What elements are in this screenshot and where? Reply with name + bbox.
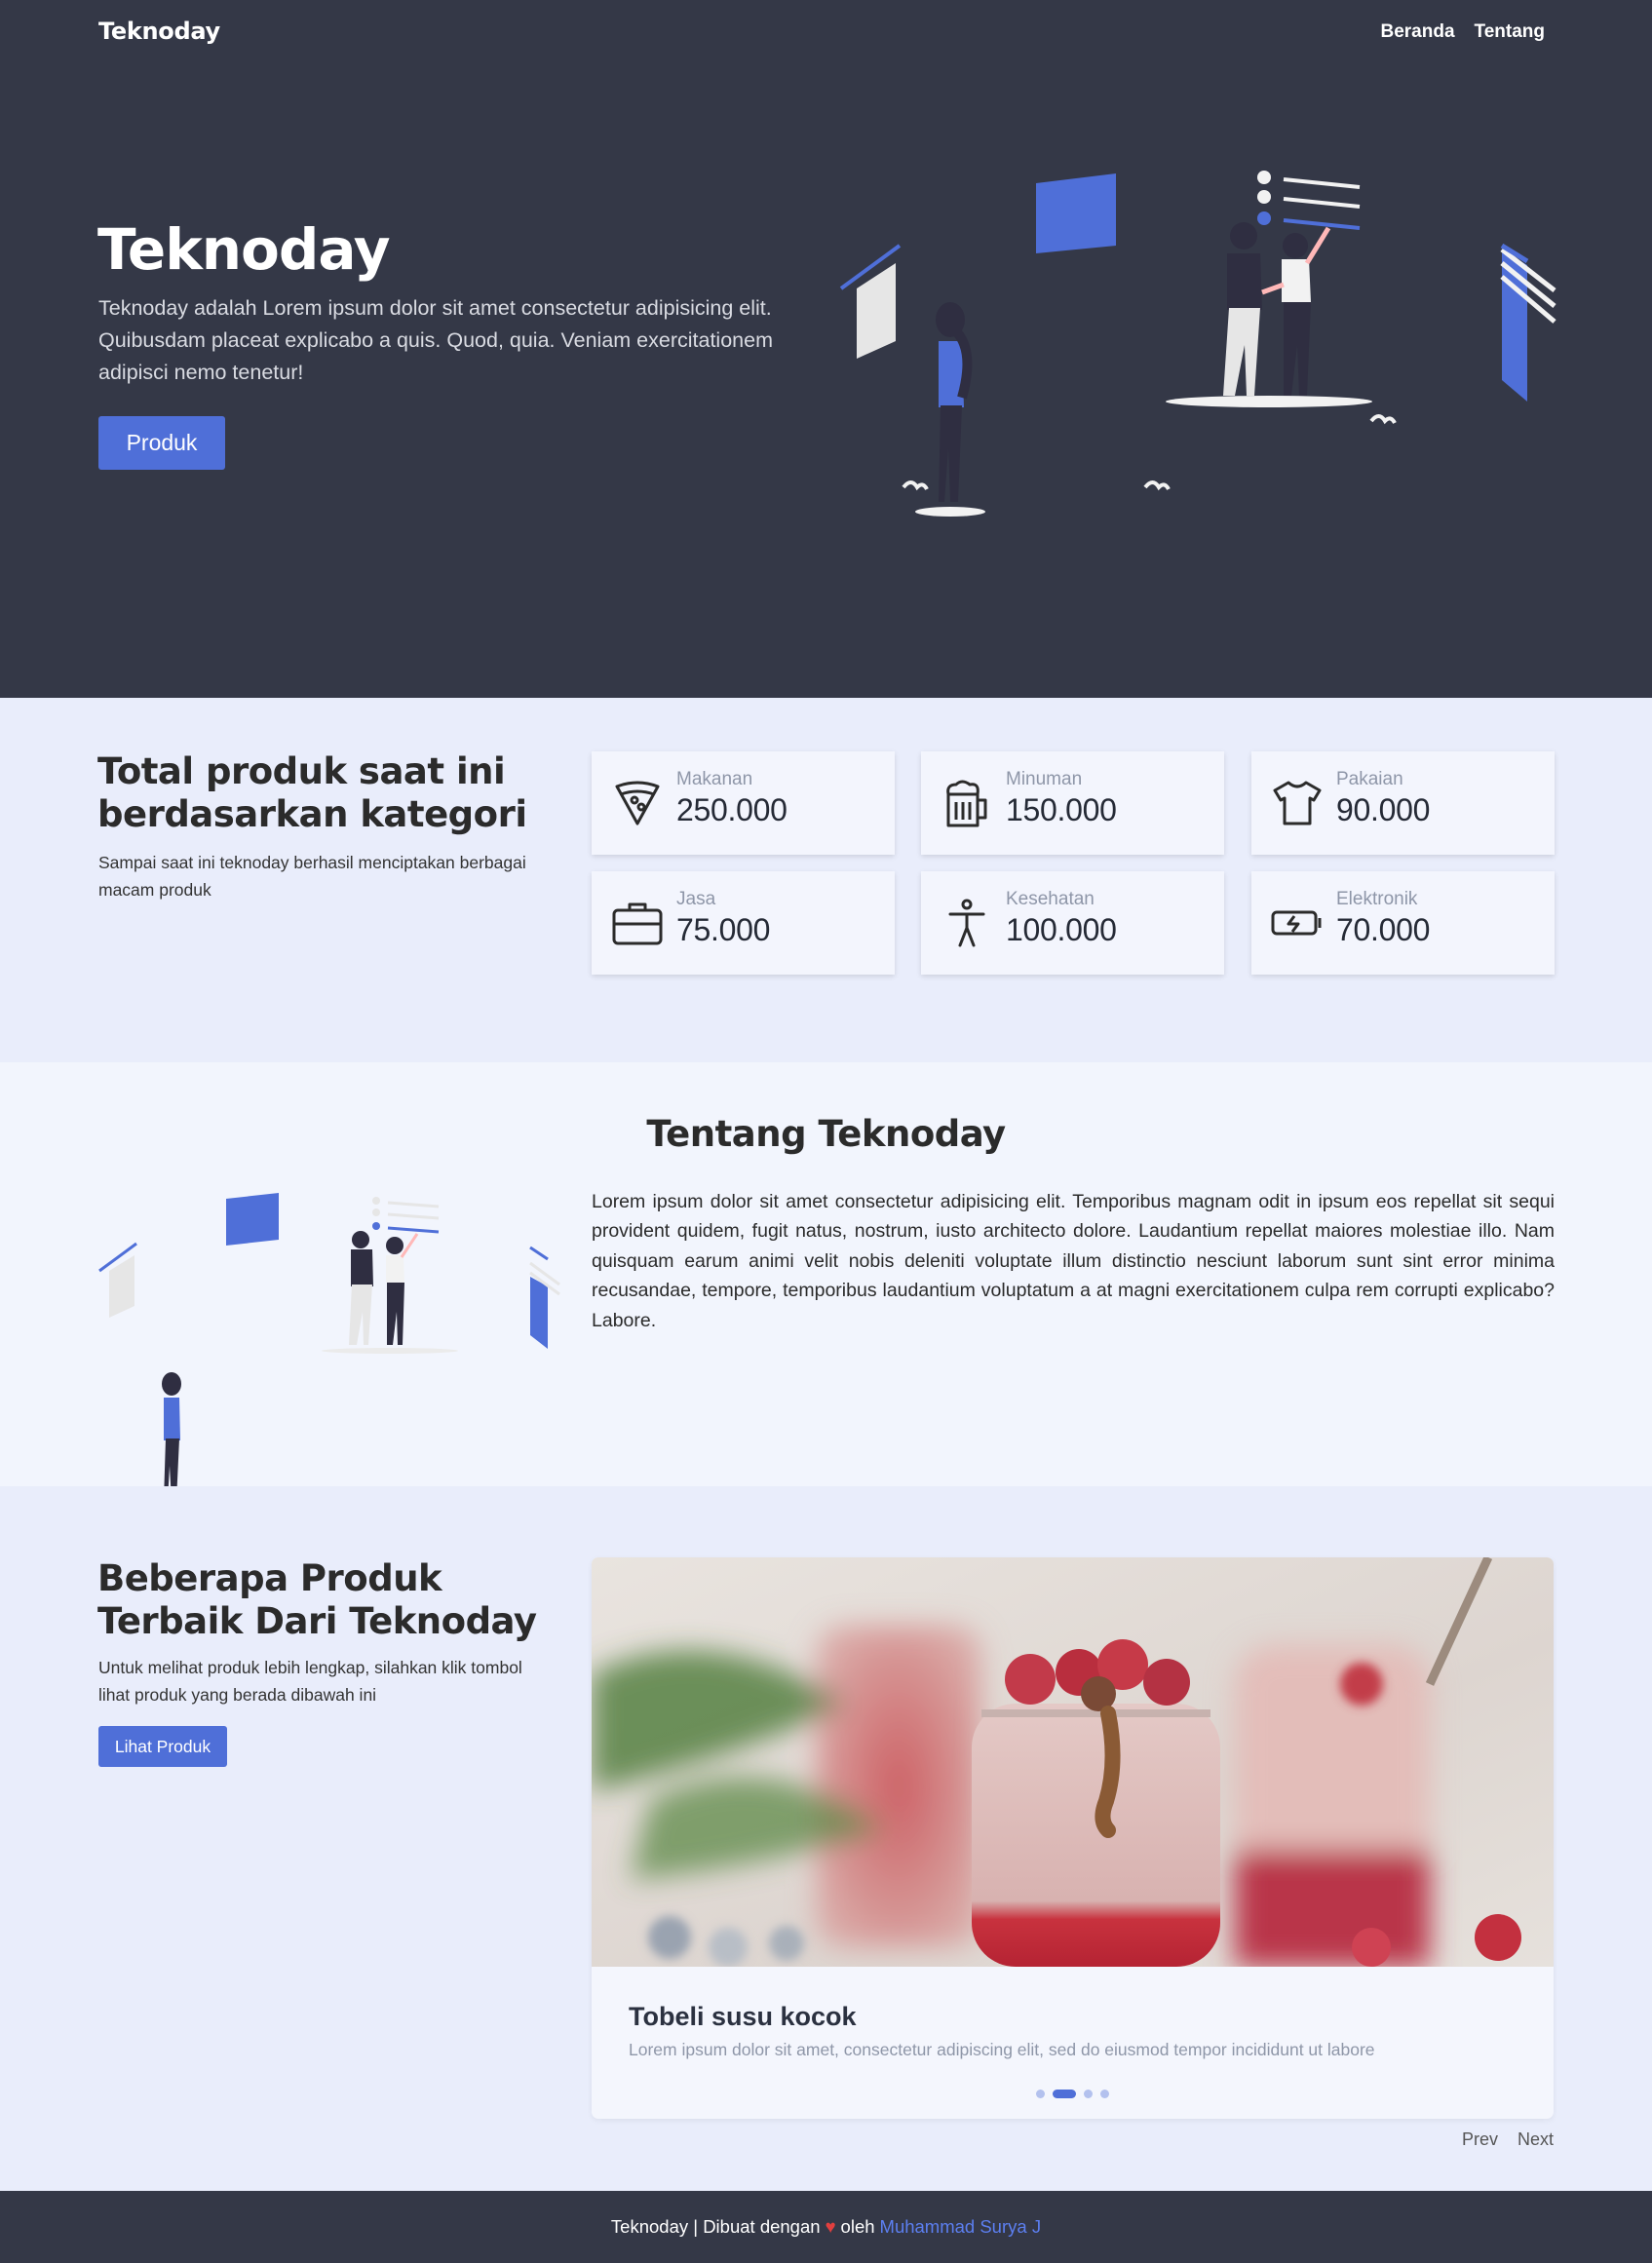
products-subtitle: Untuk melihat produk lebih lengkap, sila… (98, 1658, 522, 1705)
stats-section: Total produk saat ini berdasarkan katego… (0, 698, 1652, 1062)
nav-link-tentang[interactable]: Tentang (1475, 21, 1545, 43)
carousel-dot[interactable] (1100, 2090, 1109, 2098)
stats-title: Total produk saat ini berdasarkan katego… (97, 750, 527, 835)
stat-label: Kesehatan (1006, 889, 1095, 909)
main-nav: Beranda Tentang (1380, 21, 1545, 43)
stat-value: 150.000 (1006, 792, 1117, 827)
carousel-indicators (592, 2090, 1554, 2098)
carousel-dot-active[interactable] (1053, 2090, 1076, 2098)
tshirt-icon (1273, 781, 1322, 825)
stat-value: 70.000 (1336, 912, 1431, 947)
stat-value: 100.000 (1006, 912, 1117, 947)
stat-card-makanan: Makanan 250.000 (592, 751, 895, 855)
stat-value: 250.000 (676, 792, 788, 827)
carousel-dot[interactable] (1036, 2090, 1045, 2098)
prev-button[interactable]: Prev (1462, 2129, 1498, 2150)
nav-link-beranda[interactable]: Beranda (1380, 21, 1454, 43)
products-section: Beberapa Produk Terbaik Dari Teknoday Un… (0, 1486, 1652, 2191)
lihat-produk-button[interactable]: Lihat Produk (98, 1726, 227, 1767)
author-link[interactable]: Muhammad Surya J (880, 2216, 1042, 2238)
products-title: Beberapa Produk Terbaik Dari Teknoday (97, 1557, 537, 1642)
hero-title: Teknoday (97, 216, 391, 283)
briefcase-icon (612, 902, 663, 945)
stat-card-kesehatan: Kesehatan 100.000 (921, 871, 1224, 975)
slide-description: Lorem ipsum dolor sit amet, consectetur … (629, 2040, 1375, 2059)
beer-mug-icon (946, 780, 987, 827)
footer-by: oleh (840, 2216, 875, 2237)
stat-card-minuman: Minuman 150.000 (921, 751, 1224, 855)
stat-label: Jasa (676, 889, 716, 909)
stat-value: 90.000 (1336, 792, 1431, 827)
stat-label: Minuman (1006, 769, 1083, 789)
next-button[interactable]: Next (1518, 2129, 1554, 2150)
stats-subtitle: Sampai saat ini teknoday berhasil mencip… (98, 853, 526, 900)
accessibility-icon (948, 899, 985, 947)
hero-description: Teknoday adalah Lorem ipsum dolor sit am… (98, 296, 773, 384)
stat-label: Pakaian (1336, 769, 1403, 789)
carousel-pager: Prev Next (1462, 2129, 1554, 2150)
heart-icon: ♥ (825, 2216, 836, 2237)
slide-title: Tobeli susu kocok (629, 2002, 857, 2031)
about-section: Tentang Teknoday Lorem ipsum dolor sit a… (0, 1062, 1652, 1510)
battery-charging-icon (1271, 910, 1322, 936)
stat-card-jasa: Jasa 75.000 (592, 871, 895, 975)
brand-logo[interactable]: Teknoday (98, 18, 220, 45)
about-illustration (98, 1193, 560, 1510)
footer: Teknoday | Dibuat dengan ♥ oleh Muhammad… (0, 2191, 1652, 2263)
stat-label: Makanan (676, 769, 753, 789)
pizza-icon (615, 781, 660, 825)
product-carousel[interactable]: Tobeli susu kocok Lorem ipsum dolor sit … (592, 1557, 1554, 2119)
stat-label: Elektronik (1336, 889, 1418, 909)
stat-card-pakaian: Pakaian 90.000 (1251, 751, 1555, 855)
hero-illustration (839, 171, 1556, 517)
carousel-dot[interactable] (1084, 2090, 1093, 2098)
produk-button[interactable]: Produk (98, 416, 225, 470)
stat-card-elektronik: Elektronik 70.000 (1251, 871, 1555, 975)
hero-section: Teknoday Beranda Tentang Teknoday Teknod… (0, 0, 1652, 698)
about-title: Tentang Teknoday (646, 1113, 1006, 1155)
about-text: Lorem ipsum dolor sit amet consectetur a… (592, 1191, 1555, 1331)
footer-text: Teknoday | Dibuat dengan (610, 2216, 821, 2237)
stat-value: 75.000 (676, 912, 771, 947)
product-image (592, 1557, 1554, 1967)
